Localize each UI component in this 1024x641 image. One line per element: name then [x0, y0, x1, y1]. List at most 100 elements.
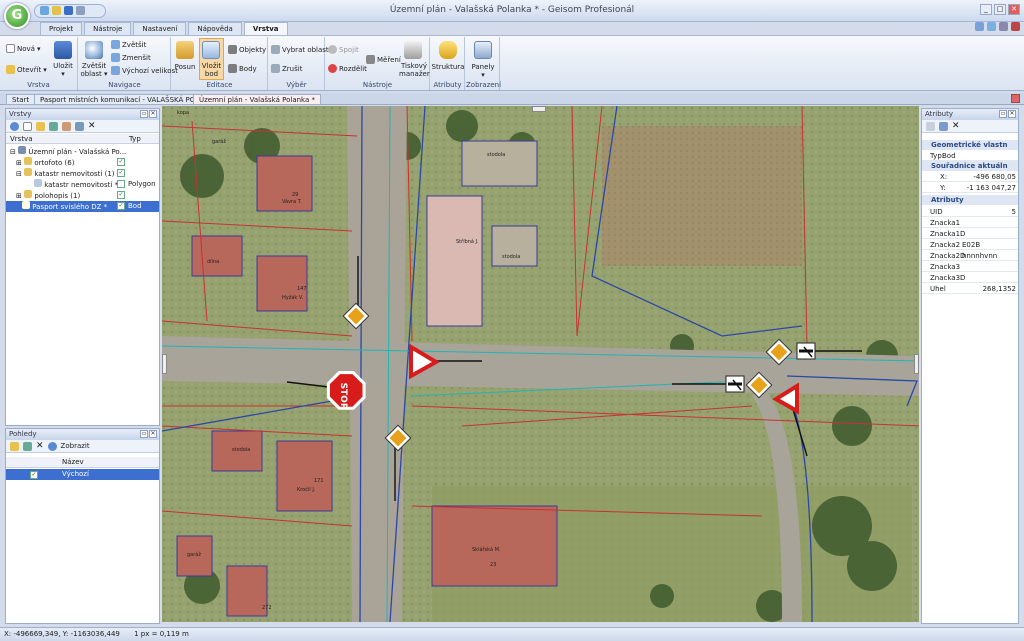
zoom-out-button[interactable]: Zmenšit: [111, 53, 151, 62]
end-priority-sign[interactable]: [796, 342, 816, 360]
parcel-label: stodola: [487, 152, 505, 158]
filter-icon[interactable]: [75, 121, 84, 131]
stop-sign[interactable]: STOP: [326, 371, 366, 410]
help-icon[interactable]: [987, 22, 996, 31]
tab-nastroje[interactable]: Nástroje: [84, 22, 132, 35]
panel-title: Atributy: [925, 110, 953, 118]
cancel-selection-button[interactable]: Zrušit: [271, 64, 302, 73]
doc-tab-start[interactable]: Start: [6, 94, 36, 105]
restore-icon[interactable]: [999, 22, 1008, 31]
objects-button[interactable]: Objekty: [228, 45, 266, 54]
attr-row[interactable]: Uhel 268,1352: [922, 284, 1018, 294]
category-geometric[interactable]: Geometrické vlastn: [922, 140, 1018, 150]
doc-tab-uzemni-plan[interactable]: Územní plán - Valašská Polanka *: [193, 94, 321, 105]
zoom-in-button[interactable]: Zvětšit: [111, 40, 146, 49]
new-icon[interactable]: [40, 6, 49, 15]
edit-view-icon[interactable]: [23, 441, 32, 451]
edit-icon[interactable]: [49, 121, 58, 131]
insert-point-button[interactable]: Vložit bod: [199, 62, 224, 78]
map-collapse-left-handle[interactable]: [162, 354, 167, 374]
maximize-button[interactable]: □: [994, 4, 1006, 15]
open-icon[interactable]: [52, 6, 61, 15]
attr-row[interactable]: Znacka2 E02B: [922, 240, 1018, 250]
panels-button[interactable]: Panely ▾: [466, 63, 500, 79]
end-priority-sign[interactable]: [725, 375, 745, 393]
layer-row-ortofoto[interactable]: ⊞ ortofoto (6): [16, 157, 74, 168]
layers-toolbar: ✕: [6, 120, 159, 133]
layer-row-project[interactable]: ⊟ Územní plán - Valašská Po...: [10, 146, 126, 157]
delete-icon[interactable]: ✕: [36, 441, 44, 451]
search-icon[interactable]: [975, 22, 984, 31]
delete-icon[interactable]: ✕: [88, 121, 96, 131]
default-size-button[interactable]: Výchozí velikost: [111, 66, 178, 75]
close-doc-icon[interactable]: [1011, 22, 1020, 31]
measure-button[interactable]: Měření: [366, 55, 401, 64]
pin-icon[interactable]: ▫: [999, 110, 1007, 118]
close-panel-icon[interactable]: ✕: [1008, 110, 1016, 118]
new-button[interactable]: Nová ▾: [6, 44, 40, 53]
map-collapse-right-handle[interactable]: [914, 354, 919, 374]
attr-row[interactable]: Typ: Bod: [922, 151, 1018, 161]
attr-row[interactable]: Y: -1 163 047,27: [922, 183, 1018, 193]
app-logo[interactable]: G: [4, 3, 30, 29]
attr-row[interactable]: Znacka1: [922, 218, 1018, 228]
category-coordinates[interactable]: Souřadnice aktuáln: [922, 161, 1018, 171]
save-icon[interactable]: [64, 6, 73, 15]
view-checkbox[interactable]: ✓: [30, 471, 38, 479]
category-attributes[interactable]: Atributy: [922, 195, 1018, 205]
attr-row[interactable]: X: -496 680,05: [922, 172, 1018, 182]
open-button[interactable]: Otevřít ▾: [6, 65, 47, 74]
edit-attr-icon[interactable]: [939, 121, 948, 131]
attr-row[interactable]: UID 5: [922, 207, 1018, 217]
pin-icon[interactable]: ▫: [140, 110, 148, 118]
tab-vrstva[interactable]: Vrstva: [243, 22, 288, 35]
print-manager-button[interactable]: Tiskový manažer: [399, 62, 430, 78]
layer-row-pasport[interactable]: Pasport svislého DZ *: [22, 201, 107, 212]
visibility-checkbox[interactable]: ✓: [117, 191, 125, 199]
layer-row-polohopis[interactable]: ⊞ polohopis (1): [16, 190, 80, 201]
tab-projekt[interactable]: Projekt: [40, 22, 83, 35]
split-button[interactable]: Rozdělit: [328, 64, 367, 73]
map-canvas[interactable]: garáž Vávra T. dílna Hyžák V. Stříbná J.…: [162, 106, 919, 622]
attr-row[interactable]: Znacka3: [922, 262, 1018, 272]
map-collapse-top-handle[interactable]: [532, 106, 546, 112]
attr-row[interactable]: Znacka3D: [922, 273, 1018, 283]
visibility-checkbox[interactable]: ✓: [117, 169, 125, 177]
view-row[interactable]: ✓ Výchozí: [6, 469, 159, 480]
save-button[interactable]: Uložit ▾: [48, 62, 78, 78]
close-panel-icon[interactable]: ✕: [149, 110, 157, 118]
points-button[interactable]: Body: [228, 64, 257, 73]
tab-napoveda[interactable]: Nápověda: [188, 22, 242, 35]
show-view-button[interactable]: Zobrazit: [61, 442, 90, 450]
parcel-label: Sklářská M.: [472, 546, 501, 553]
minimize-button[interactable]: _: [980, 4, 992, 15]
visibility-checkbox[interactable]: ✓: [117, 202, 125, 210]
layer-row-katastr[interactable]: ⊟ katastr nemovitostí (1): [16, 168, 115, 179]
structure-button[interactable]: Struktura: [431, 63, 465, 71]
tab-nastaveni[interactable]: Nastavení: [133, 22, 187, 35]
attr-row[interactable]: Znacka1D: [922, 229, 1018, 239]
zoom-area-button[interactable]: Zvětšit oblast ▾: [79, 62, 109, 78]
close-button[interactable]: ✕: [1008, 4, 1020, 15]
attr-row[interactable]: Znacka2D hnnnhvnn: [922, 251, 1018, 261]
close-tab-icon[interactable]: [1011, 94, 1020, 103]
pan-button[interactable]: Posun: [172, 63, 198, 71]
delete-icon[interactable]: ✕: [952, 121, 960, 131]
properties-icon[interactable]: [62, 121, 71, 131]
select-area-button[interactable]: Vybrat oblast: [271, 45, 329, 54]
column-header-name: Název: [62, 458, 84, 466]
refresh-icon[interactable]: [10, 121, 19, 131]
views-panel: Pohledy ▫ ✕ ✕ Zobrazit Název ✓ Výchozí: [5, 428, 160, 624]
visibility-checkbox[interactable]: ✓: [117, 158, 125, 166]
close-panel-icon[interactable]: ✕: [149, 430, 157, 438]
new-layer-icon[interactable]: [23, 121, 32, 131]
join-button[interactable]: Spojit: [328, 45, 359, 54]
open-layer-icon[interactable]: [36, 121, 45, 131]
save-attr-icon[interactable]: [926, 121, 935, 131]
views-header-row: Název: [6, 457, 159, 468]
visibility-checkbox[interactable]: [117, 180, 125, 188]
dropdown-icon[interactable]: [76, 6, 85, 15]
layer-row-katastr-child[interactable]: katastr nemovitostí *: [34, 179, 118, 190]
pin-icon[interactable]: ▫: [140, 430, 148, 438]
new-view-icon[interactable]: [10, 441, 19, 451]
